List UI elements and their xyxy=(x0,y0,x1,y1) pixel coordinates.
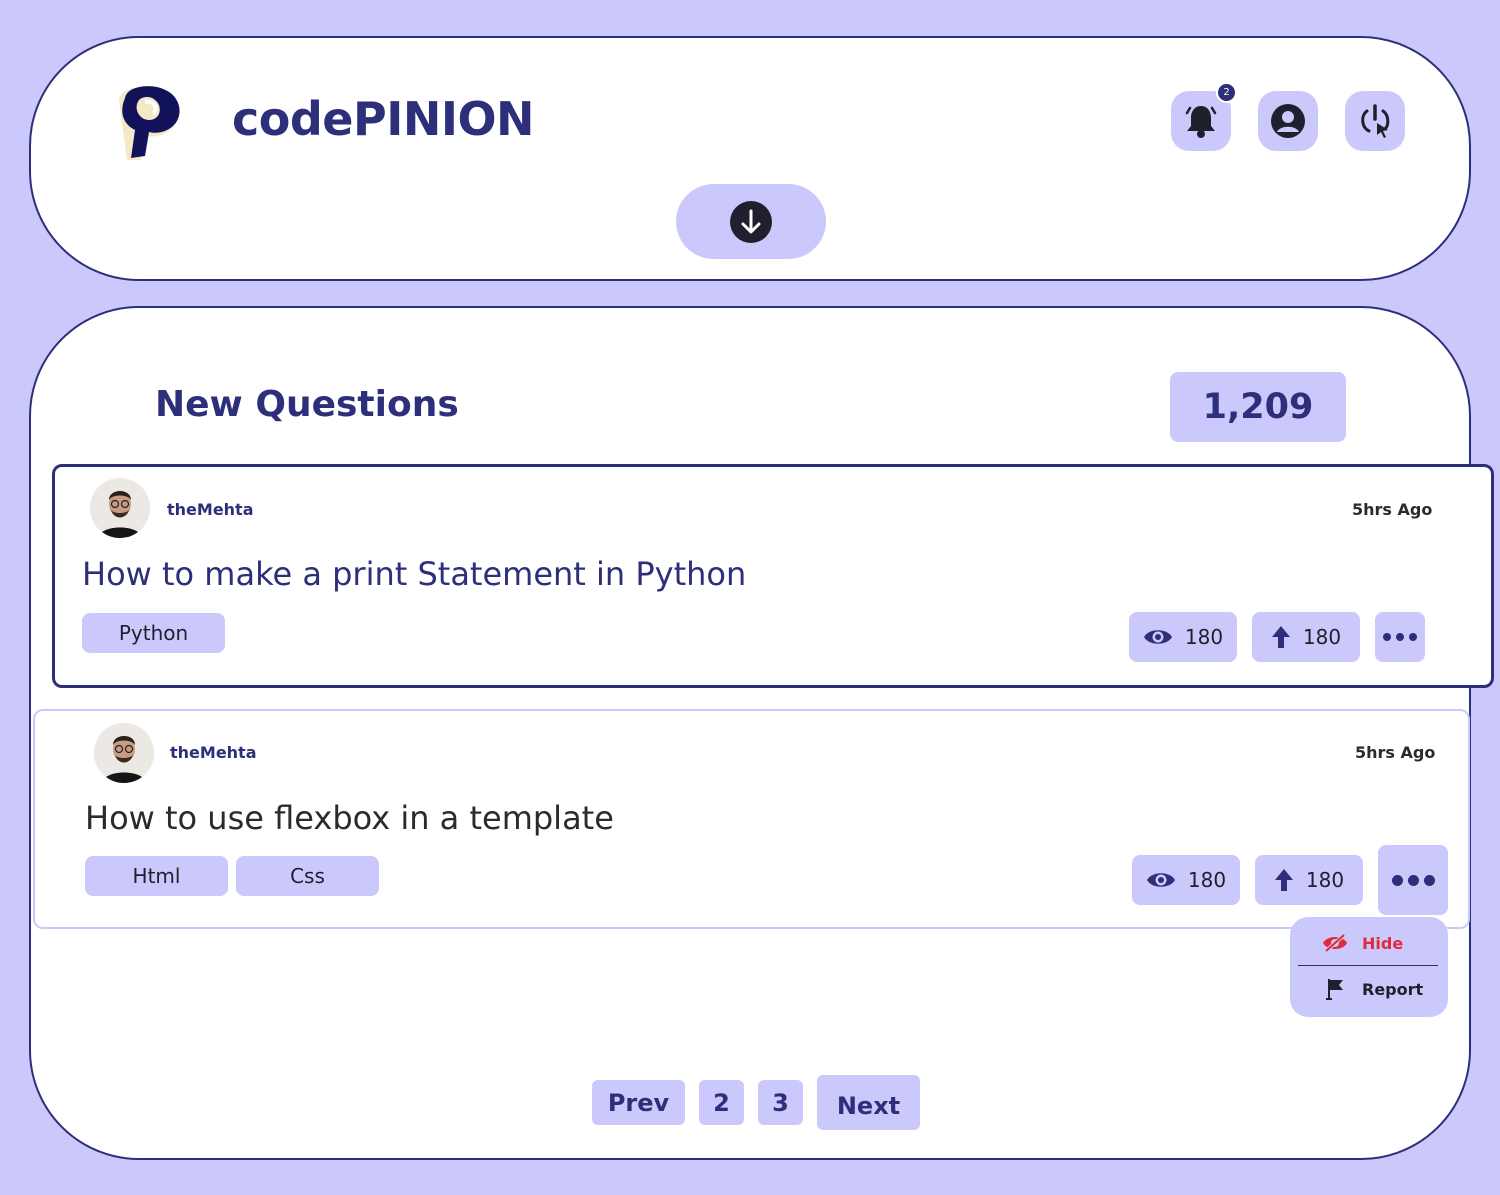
section-title: New Questions xyxy=(155,384,459,425)
question-card[interactable]: theMehta 5hrs Ago How to use flexbox in … xyxy=(33,709,1470,929)
more-dot-icon xyxy=(1409,633,1417,641)
upvote-button[interactable]: 180 xyxy=(1252,612,1360,662)
user-icon xyxy=(1271,104,1305,138)
more-options-button[interactable] xyxy=(1378,845,1448,915)
brand-title: codePINION xyxy=(232,92,535,146)
question-count-badge: 1,209 xyxy=(1170,372,1346,442)
more-dot-icon xyxy=(1407,874,1419,886)
views-button[interactable]: 180 xyxy=(1132,855,1240,905)
tag-css[interactable]: Css xyxy=(236,856,379,896)
post-time: 5hrs Ago xyxy=(1355,743,1436,762)
hide-label: Hide xyxy=(1362,933,1404,953)
question-card[interactable]: theMehta 5hrs Ago How to make a print St… xyxy=(52,464,1494,688)
eye-off-icon xyxy=(1320,933,1350,953)
more-dot-icon xyxy=(1423,874,1435,886)
logout-button[interactable] xyxy=(1345,91,1405,151)
report-label: Report xyxy=(1362,979,1424,999)
eye-icon xyxy=(1146,873,1175,887)
more-dot-icon xyxy=(1396,633,1404,641)
upvote-button[interactable]: 180 xyxy=(1255,855,1363,905)
views-button[interactable]: 180 xyxy=(1129,612,1237,662)
tag-html[interactable]: Html xyxy=(85,856,228,896)
next-page-button[interactable]: Next xyxy=(817,1075,920,1130)
author-name[interactable]: theMehta xyxy=(170,743,257,762)
question-title[interactable]: How to use flexbox in a template xyxy=(85,799,614,837)
collapse-header-button[interactable] xyxy=(676,184,826,259)
logout-icon xyxy=(1361,104,1390,138)
report-menu-item[interactable]: Report xyxy=(1290,967,1448,1011)
arrow-up-icon xyxy=(1271,626,1290,648)
avatar[interactable] xyxy=(90,478,150,538)
prev-page-button[interactable]: Prev xyxy=(592,1080,685,1125)
hide-menu-item[interactable]: Hide xyxy=(1290,921,1448,965)
arrow-up-icon xyxy=(1274,869,1293,891)
logo-icon[interactable] xyxy=(105,78,185,168)
more-dot-icon xyxy=(1383,633,1391,641)
tag-python[interactable]: Python xyxy=(82,613,225,653)
menu-divider xyxy=(1298,965,1438,966)
profile-button[interactable] xyxy=(1258,91,1318,151)
avatar-image xyxy=(94,723,154,783)
page-2-button[interactable]: 2 xyxy=(699,1080,744,1125)
bell-icon xyxy=(1185,106,1217,138)
more-dot-icon xyxy=(1391,874,1403,886)
views-count: 180 xyxy=(1187,868,1227,892)
options-dropdown-menu: Hide Report xyxy=(1290,917,1448,1017)
app-header: codePINION 2 xyxy=(29,36,1471,281)
questions-panel: New Questions 1,209 theMehta 5hrs Ago Ho… xyxy=(29,306,1494,1160)
notifications-button[interactable]: 2 xyxy=(1171,82,1237,151)
flag-icon xyxy=(1320,977,1350,1001)
post-time: 5hrs Ago xyxy=(1352,500,1433,519)
views-count: 180 xyxy=(1184,625,1224,649)
arrow-down-icon xyxy=(730,200,772,243)
avatar-image xyxy=(90,478,150,538)
upvote-count: 180 xyxy=(1302,625,1342,649)
upvote-count: 180 xyxy=(1305,868,1345,892)
notification-count-badge: 2 xyxy=(1216,82,1237,103)
eye-icon xyxy=(1143,630,1172,644)
question-title[interactable]: How to make a print Statement in Python xyxy=(82,555,746,593)
page-3-button[interactable]: 3 xyxy=(758,1080,803,1125)
author-name[interactable]: theMehta xyxy=(167,500,254,519)
more-options-button[interactable] xyxy=(1375,612,1425,662)
avatar[interactable] xyxy=(94,723,154,783)
